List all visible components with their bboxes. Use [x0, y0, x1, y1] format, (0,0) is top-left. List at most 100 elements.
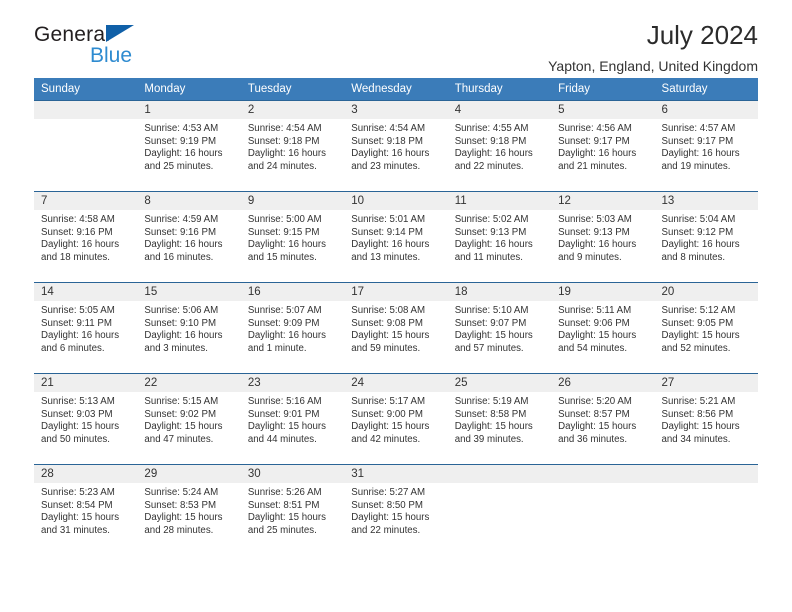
- day-cell[interactable]: 13 Sunrise: 5:04 AM Sunset: 9:12 PM Dayl…: [654, 191, 758, 283]
- day-cell[interactable]: 19 Sunrise: 5:11 AM Sunset: 9:06 PM Dayl…: [551, 282, 655, 374]
- daylight-text-line1: Daylight: 16 hours: [558, 239, 637, 251]
- daylight-text-line1: Daylight: 16 hours: [454, 239, 533, 251]
- daylight-text-line2: and 22 minutes.: [351, 524, 421, 536]
- day-cell[interactable]: 31 Sunrise: 5:27 AM Sunset: 8:50 PM Dayl…: [344, 464, 448, 555]
- brand-blue-text: Blue: [90, 44, 133, 67]
- day-cell[interactable]: [447, 464, 552, 555]
- day-cell[interactable]: 27 Sunrise: 5:21 AM Sunset: 8:56 PM Dayl…: [654, 373, 758, 465]
- day-cell-inner: 9 Sunrise: 5:00 AM Sunset: 9:15 PM Dayli…: [240, 192, 345, 282]
- day-cell-inner: 13 Sunrise: 5:04 AM Sunset: 9:12 PM Dayl…: [654, 192, 758, 282]
- daylight-text-line1: Daylight: 15 hours: [351, 421, 430, 433]
- daylight-text-line2: and 6 minutes.: [41, 342, 105, 354]
- daylight-text-line2: and 28 minutes.: [144, 524, 214, 536]
- sunset-text: Sunset: 8:56 PM: [661, 408, 734, 420]
- calendar-week-row: 28 Sunrise: 5:23 AM Sunset: 8:54 PM Dayl…: [34, 464, 758, 555]
- day-number: 18: [447, 283, 552, 301]
- day-cell[interactable]: [551, 464, 655, 555]
- sunrise-text: Sunrise: 5:27 AM: [351, 487, 426, 498]
- day-info: Sunrise: 5:01 AM Sunset: 9:14 PM Dayligh…: [344, 210, 447, 264]
- sunrise-text: Sunrise: 5:10 AM: [454, 305, 529, 316]
- day-number: 5: [551, 101, 655, 119]
- day-info: Sunrise: 5:05 AM Sunset: 9:11 PM Dayligh…: [34, 301, 137, 355]
- sunrise-text: Sunrise: 5:21 AM: [661, 396, 736, 407]
- day-cell-inner: 14 Sunrise: 5:05 AM Sunset: 9:11 PM Dayl…: [34, 283, 138, 373]
- calendar-week-row: 7 Sunrise: 4:58 AM Sunset: 9:16 PM Dayli…: [34, 191, 758, 283]
- day-cell[interactable]: 21 Sunrise: 5:13 AM Sunset: 9:03 PM Dayl…: [34, 373, 138, 465]
- day-cell[interactable]: 29 Sunrise: 5:24 AM Sunset: 8:53 PM Dayl…: [137, 464, 241, 555]
- day-cell[interactable]: 11 Sunrise: 5:02 AM Sunset: 9:13 PM Dayl…: [447, 191, 552, 283]
- day-info: Sunrise: 4:55 AM Sunset: 9:18 PM Dayligh…: [448, 119, 551, 173]
- day-cell[interactable]: 3 Sunrise: 4:54 AM Sunset: 9:18 PM Dayli…: [344, 100, 448, 192]
- day-number: 8: [137, 192, 241, 210]
- sunset-text: Sunset: 9:18 PM: [351, 135, 423, 147]
- day-cell[interactable]: 16 Sunrise: 5:07 AM Sunset: 9:09 PM Dayl…: [240, 282, 345, 374]
- day-cell[interactable]: 10 Sunrise: 5:01 AM Sunset: 9:14 PM Dayl…: [344, 191, 448, 283]
- day-cell[interactable]: [34, 100, 138, 192]
- day-number: 24: [344, 374, 448, 392]
- daylight-text-line1: Daylight: 16 hours: [144, 239, 223, 251]
- day-cell[interactable]: 23 Sunrise: 5:16 AM Sunset: 9:01 PM Dayl…: [240, 373, 345, 465]
- day-cell[interactable]: 15 Sunrise: 5:06 AM Sunset: 9:10 PM Dayl…: [137, 282, 241, 374]
- day-number: 30: [240, 465, 345, 483]
- day-cell[interactable]: 24 Sunrise: 5:17 AM Sunset: 9:00 PM Dayl…: [344, 373, 448, 465]
- sunset-text: Sunset: 9:13 PM: [558, 226, 630, 238]
- day-cell[interactable]: 30 Sunrise: 5:26 AM Sunset: 8:51 PM Dayl…: [240, 464, 345, 555]
- day-info: [551, 483, 654, 487]
- daylight-text-line1: Daylight: 15 hours: [351, 330, 430, 342]
- day-cell-inner: 23 Sunrise: 5:16 AM Sunset: 9:01 PM Dayl…: [240, 374, 345, 464]
- day-cell-inner: [447, 465, 552, 555]
- day-cell[interactable]: [654, 464, 758, 555]
- day-cell-inner: 15 Sunrise: 5:06 AM Sunset: 9:10 PM Dayl…: [137, 283, 241, 373]
- sunset-text: Sunset: 9:06 PM: [558, 317, 630, 329]
- day-cell[interactable]: 22 Sunrise: 5:15 AM Sunset: 9:02 PM Dayl…: [137, 373, 241, 465]
- day-cell[interactable]: 4 Sunrise: 4:55 AM Sunset: 9:18 PM Dayli…: [447, 100, 552, 192]
- daylight-text-line1: Daylight: 16 hours: [247, 330, 326, 342]
- calendar-header-row: Sunday Monday Tuesday Wednesday Thursday…: [34, 78, 758, 101]
- daylight-text-line2: and 25 minutes.: [247, 524, 317, 536]
- daylight-text-line1: Daylight: 15 hours: [144, 512, 223, 524]
- sunset-text: Sunset: 9:13 PM: [454, 226, 527, 238]
- day-number: 7: [34, 192, 138, 210]
- daylight-text-line1: Daylight: 15 hours: [558, 330, 637, 342]
- day-cell[interactable]: 6 Sunrise: 4:57 AM Sunset: 9:17 PM Dayli…: [654, 100, 758, 192]
- day-cell[interactable]: 20 Sunrise: 5:12 AM Sunset: 9:05 PM Dayl…: [654, 282, 758, 374]
- daylight-text-line1: Daylight: 16 hours: [144, 330, 223, 342]
- sunset-text: Sunset: 9:02 PM: [144, 408, 217, 420]
- daylight-text-line2: and 47 minutes.: [144, 433, 214, 445]
- day-info: Sunrise: 5:08 AM Sunset: 9:08 PM Dayligh…: [344, 301, 447, 355]
- day-info: [655, 483, 758, 487]
- day-number: 1: [137, 101, 241, 119]
- day-cell[interactable]: 5 Sunrise: 4:56 AM Sunset: 9:17 PM Dayli…: [551, 100, 655, 192]
- calendar-week-row: 14 Sunrise: 5:05 AM Sunset: 9:11 PM Dayl…: [34, 282, 758, 374]
- day-cell[interactable]: 18 Sunrise: 5:10 AM Sunset: 9:07 PM Dayl…: [447, 282, 552, 374]
- day-info: Sunrise: 5:12 AM Sunset: 9:05 PM Dayligh…: [655, 301, 758, 355]
- sunrise-text: Sunrise: 4:56 AM: [558, 123, 632, 134]
- day-cell[interactable]: 14 Sunrise: 5:05 AM Sunset: 9:11 PM Dayl…: [34, 282, 138, 374]
- daylight-text-line2: and 34 minutes.: [661, 433, 731, 445]
- day-number: [654, 465, 758, 483]
- weekday-header-sunday: Sunday: [34, 78, 138, 101]
- day-cell-inner: 16 Sunrise: 5:07 AM Sunset: 9:09 PM Dayl…: [240, 283, 345, 373]
- day-cell[interactable]: 7 Sunrise: 4:58 AM Sunset: 9:16 PM Dayli…: [34, 191, 138, 283]
- day-cell[interactable]: 28 Sunrise: 5:23 AM Sunset: 8:54 PM Dayl…: [34, 464, 138, 555]
- sunset-text: Sunset: 8:51 PM: [247, 499, 320, 511]
- day-info: Sunrise: 5:20 AM Sunset: 8:57 PM Dayligh…: [551, 392, 654, 446]
- day-cell[interactable]: 9 Sunrise: 5:00 AM Sunset: 9:15 PM Dayli…: [240, 191, 345, 283]
- day-number: 19: [551, 283, 655, 301]
- day-cell[interactable]: 26 Sunrise: 5:20 AM Sunset: 8:57 PM Dayl…: [551, 373, 655, 465]
- day-number: 12: [551, 192, 655, 210]
- day-cell[interactable]: 12 Sunrise: 5:03 AM Sunset: 9:13 PM Dayl…: [551, 191, 655, 283]
- general-blue-logo[interactable]: General Blue: [34, 24, 254, 66]
- sunset-text: Sunset: 9:05 PM: [661, 317, 734, 329]
- daylight-text-line1: Daylight: 16 hours: [247, 239, 326, 251]
- sunset-text: Sunset: 9:03 PM: [41, 408, 113, 420]
- day-number: 14: [34, 283, 138, 301]
- day-cell[interactable]: 2 Sunrise: 4:54 AM Sunset: 9:18 PM Dayli…: [240, 100, 345, 192]
- day-cell[interactable]: 1 Sunrise: 4:53 AM Sunset: 9:19 PM Dayli…: [137, 100, 241, 192]
- day-info: Sunrise: 5:24 AM Sunset: 8:53 PM Dayligh…: [137, 483, 240, 537]
- daylight-text-line2: and 31 minutes.: [41, 524, 110, 536]
- day-cell[interactable]: 17 Sunrise: 5:08 AM Sunset: 9:08 PM Dayl…: [344, 282, 448, 374]
- day-cell[interactable]: 8 Sunrise: 4:59 AM Sunset: 9:16 PM Dayli…: [137, 191, 241, 283]
- day-info: [448, 483, 551, 487]
- day-cell[interactable]: 25 Sunrise: 5:19 AM Sunset: 8:58 PM Dayl…: [447, 373, 552, 465]
